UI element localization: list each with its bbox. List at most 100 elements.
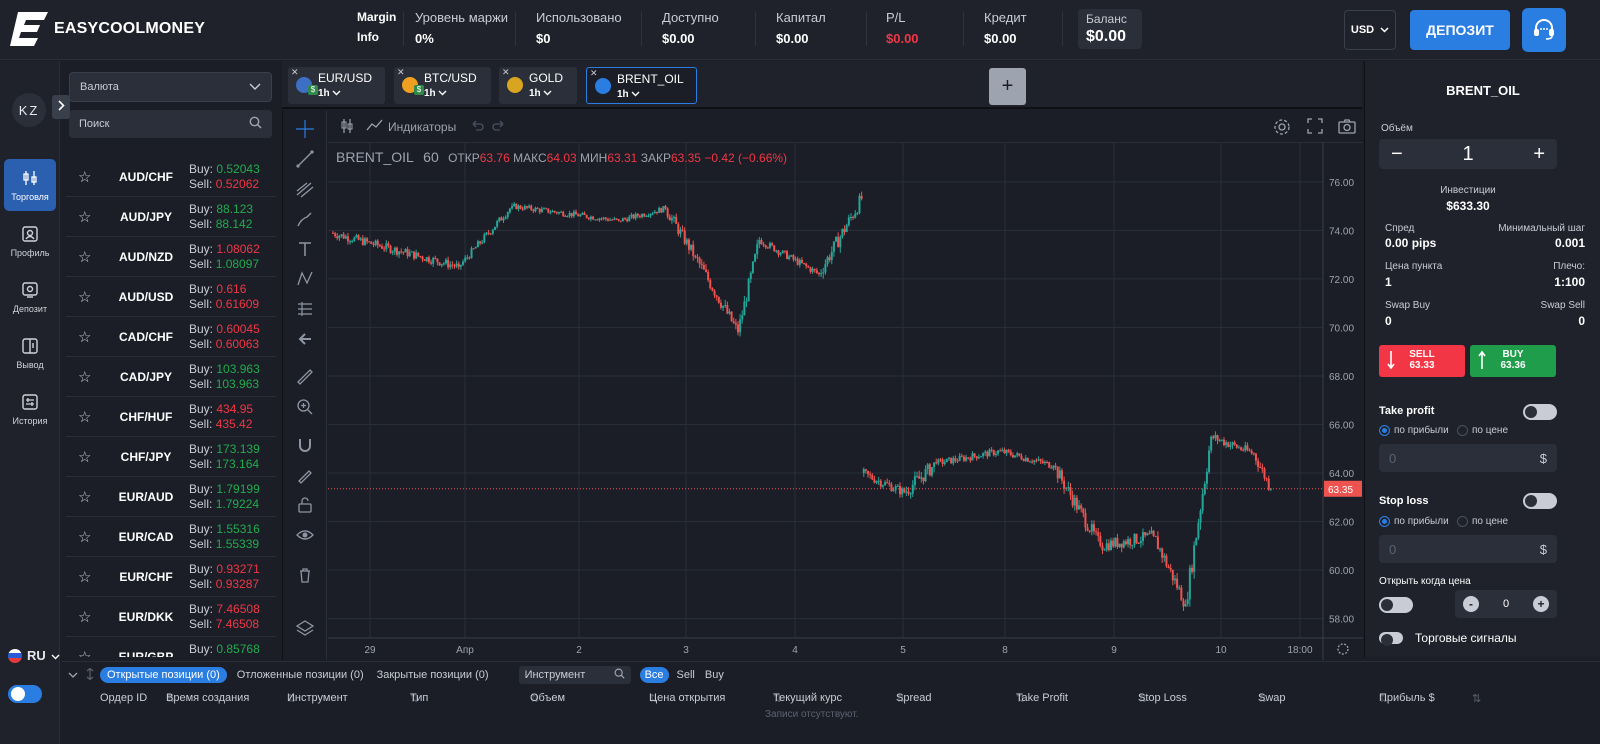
rail-item-profile[interactable]: Профиль — [4, 215, 56, 267]
buy-button[interactable]: BUY 63.36 — [1470, 345, 1556, 377]
fib-icon[interactable] — [293, 177, 317, 201]
brush-icon[interactable] — [293, 207, 317, 231]
close-tab-icon[interactable]: ✕ — [291, 67, 299, 78]
pattern-icon[interactable] — [293, 267, 317, 291]
ruler-icon[interactable] — [293, 365, 317, 389]
instrument-row[interactable]: ☆ AUD/NZD Buy: 1.08062 Sell: 1.08097 — [66, 237, 276, 277]
tab-btc-usd[interactable]: ✕ $ BTC/USD 1h — [394, 67, 491, 104]
prediction-icon[interactable] — [293, 297, 317, 321]
close-tab-icon[interactable]: ✕ — [397, 67, 405, 78]
language-select[interactable]: RU — [8, 648, 60, 663]
column-order-id[interactable]: Ордер ID — [100, 692, 147, 704]
plus-icon[interactable]: + — [1533, 143, 1545, 166]
logo[interactable]: EASYCOOLMONEY — [10, 8, 205, 50]
zoom-in-icon[interactable] — [293, 395, 317, 419]
rail-item-withdraw[interactable]: Вывод — [4, 327, 56, 379]
instrument-row[interactable]: ☆EUR/GBPBuy: 0.85768Sell: — [66, 637, 276, 658]
star-icon[interactable]: ☆ — [78, 368, 94, 386]
rail-item-history[interactable]: История — [4, 383, 56, 435]
add-tab-button[interactable]: + — [989, 68, 1026, 105]
instrument-row[interactable]: ☆ EUR/AUD Buy: 1.79199 Sell: 1.79224 — [66, 477, 276, 517]
rail-expand-button[interactable] — [52, 95, 70, 119]
currency-select[interactable]: USD — [1344, 10, 1396, 50]
redo-icon[interactable] — [492, 118, 506, 132]
signals-toggle[interactable] — [1379, 632, 1403, 646]
take-profit-toggle[interactable] — [1523, 404, 1557, 420]
theme-toggle[interactable] — [8, 685, 42, 703]
star-icon[interactable]: ☆ — [78, 488, 94, 506]
text-icon[interactable] — [293, 237, 317, 261]
magnet-icon[interactable] — [293, 433, 317, 457]
star-icon[interactable]: ☆ — [78, 568, 94, 586]
stop-loss-toggle[interactable] — [1523, 493, 1557, 509]
instrument-row[interactable]: ☆ CHF/HUF Buy: 434.95 Sell: 435.42 — [66, 397, 276, 437]
undo-icon[interactable] — [470, 118, 484, 132]
lock-drawings-icon[interactable] — [293, 463, 317, 487]
volume-stepper[interactable]: − 1 + — [1379, 139, 1557, 169]
instrument-row[interactable]: ☆ AUD/USD Buy: 0.616 Sell: 0.61609 — [66, 277, 276, 317]
star-icon[interactable]: ☆ — [78, 288, 94, 306]
instrument-row[interactable]: ☆ AUD/JPY Buy: 88.123 Sell: 88.142 — [66, 197, 276, 237]
chart-type-icon[interactable] — [340, 118, 354, 134]
instrument-row[interactable]: ☆ EUR/DKK Buy: 7.46508 Sell: 7.46508 — [66, 597, 276, 637]
take-profit-input[interactable]: 0 $ — [1379, 444, 1557, 472]
open-price-stepper[interactable]: - 0 + — [1455, 590, 1557, 618]
support-button[interactable] — [1522, 8, 1566, 52]
tab-open-positions[interactable]: Открытые позиции (0) — [100, 667, 227, 683]
take-profit-by-profit[interactable]: по прибыли — [1379, 425, 1449, 436]
drag-handle-icon[interactable] — [86, 667, 94, 683]
deposit-button[interactable]: ДЕПОЗИТ — [1410, 10, 1510, 50]
trend-line-icon[interactable] — [293, 147, 317, 171]
settings-icon[interactable] — [1273, 118, 1291, 136]
eye-icon[interactable] — [293, 523, 317, 547]
open-when-price-toggle[interactable] — [1379, 597, 1413, 613]
star-icon[interactable]: ☆ — [78, 528, 94, 546]
stop-loss-input[interactable]: 0 $ — [1379, 535, 1557, 563]
fullscreen-icon[interactable] — [1307, 118, 1323, 134]
filter-buy[interactable]: Buy — [705, 669, 724, 681]
star-icon[interactable]: ☆ — [78, 248, 94, 266]
star-icon[interactable]: ☆ — [78, 648, 94, 658]
collapse-icon[interactable] — [68, 669, 78, 681]
instrument-row[interactable]: ☆ EUR/CAD Buy: 1.55316 Sell: 1.55339 — [66, 517, 276, 557]
instrument-row[interactable]: ☆ AUD/CHF Buy: 0.52043 Sell: 0.52062 — [66, 157, 276, 197]
category-select[interactable]: Валюта — [69, 72, 272, 102]
stop-loss-by-profit[interactable]: по прибыли — [1379, 516, 1449, 527]
star-icon[interactable]: ☆ — [78, 168, 94, 186]
minus-icon[interactable]: - — [1463, 596, 1479, 612]
filter-sell[interactable]: Sell — [677, 669, 695, 681]
instrument-row[interactable]: ☆ EUR/CHF Buy: 0.93271 Sell: 0.93287 — [66, 557, 276, 597]
instrument-filter-input[interactable]: Инструмент — [518, 666, 631, 684]
price-chart[interactable]: 76.00 74.00 72.00 70.00 68.00 66.00 64.00 62.00… — [328, 143, 1363, 660]
close-tab-icon[interactable]: ✕ — [590, 68, 598, 79]
avatar[interactable]: KZ — [12, 93, 46, 127]
tab-closed-positions[interactable]: Закрытые позиции (0) — [377, 669, 489, 681]
instrument-row[interactable]: ☆ CAD/JPY Buy: 103.963 Sell: 103.963 — [66, 357, 276, 397]
stop-loss-by-price[interactable]: по цене — [1457, 516, 1508, 527]
close-tab-icon[interactable]: ✕ — [502, 67, 510, 78]
instrument-row[interactable]: ☆ CAD/CHF Buy: 0.60045 Sell: 0.60063 — [66, 317, 276, 357]
star-icon[interactable]: ☆ — [78, 208, 94, 226]
instrument-search-input[interactable]: Поиск — [69, 110, 272, 138]
tab-pending-positions[interactable]: Отложенные позиции (0) — [237, 669, 364, 681]
star-icon[interactable]: ☆ — [78, 608, 94, 626]
rail-item-deposit[interactable]: Депозит — [4, 271, 56, 323]
arrow-left-icon[interactable] — [293, 327, 317, 351]
layers-icon[interactable] — [293, 616, 317, 640]
crosshair-icon[interactable] — [293, 117, 317, 141]
axis-settings-icon[interactable] — [1337, 643, 1349, 655]
star-icon[interactable]: ☆ — [78, 328, 94, 346]
indicators-button[interactable]: Индикаторы — [366, 118, 456, 135]
star-icon[interactable]: ☆ — [78, 408, 94, 426]
filter-all[interactable]: Все — [639, 667, 669, 683]
sell-button[interactable]: SELL 63.33 — [1379, 345, 1465, 377]
tab-brent_oil[interactable]: ✕ BRENT_OIL 1h — [586, 67, 697, 104]
camera-icon[interactable] — [1338, 118, 1356, 134]
tab-eur-usd[interactable]: ✕ $ EUR/USD 1h — [288, 67, 385, 104]
plus-icon[interactable]: + — [1533, 596, 1549, 612]
rail-item-trading[interactable]: Торговля — [4, 159, 56, 211]
trash-icon[interactable] — [293, 563, 317, 587]
tab-gold[interactable]: ✕ GOLD 1h — [499, 67, 577, 104]
take-profit-by-price[interactable]: по цене — [1457, 425, 1508, 436]
unlock-icon[interactable] — [293, 493, 317, 517]
